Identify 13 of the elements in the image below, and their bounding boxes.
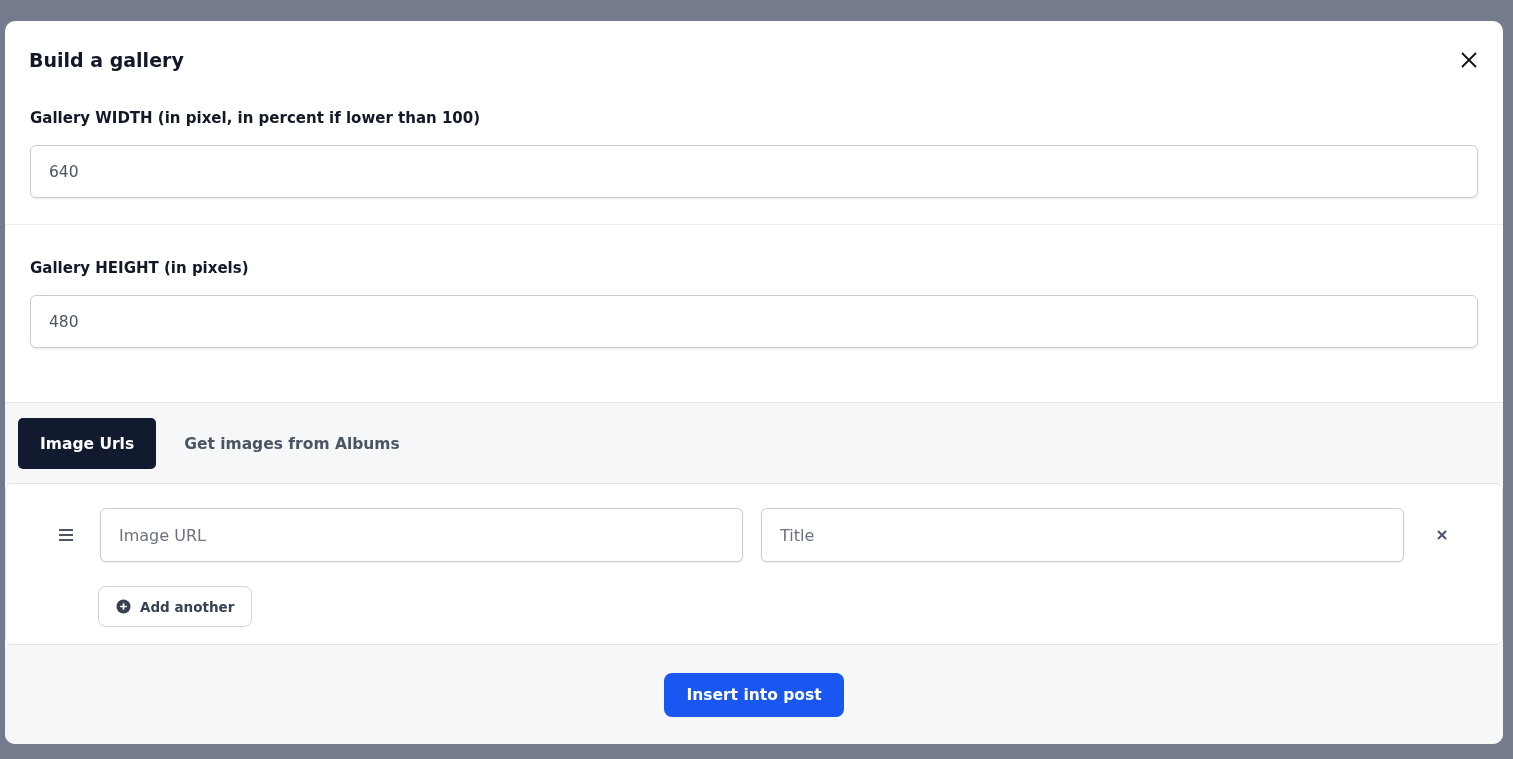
insert-button[interactable]: Insert into post — [664, 672, 844, 717]
title-input[interactable]: Title — [761, 508, 1404, 562]
drag-handle-icon[interactable] — [58, 528, 74, 542]
dialog-title: Build a gallery — [29, 49, 184, 71]
text-input[interactable]: 480 — [30, 295, 1478, 348]
tab[interactable]: Get images from Albums — [162, 418, 422, 469]
text-input[interactable]: 640 — [30, 145, 1478, 198]
add-another-button[interactable]: Add another — [98, 586, 253, 627]
plus-icon — [116, 599, 131, 614]
field-label: Gallery WIDTH (in pixel, in percent if lower than 100) — [30, 108, 482, 128]
tab[interactable]: Image Urls — [18, 418, 157, 469]
url-input[interactable]: Image URL — [100, 508, 743, 562]
field-label: Gallery HEIGHT (in pixels) — [30, 258, 250, 278]
